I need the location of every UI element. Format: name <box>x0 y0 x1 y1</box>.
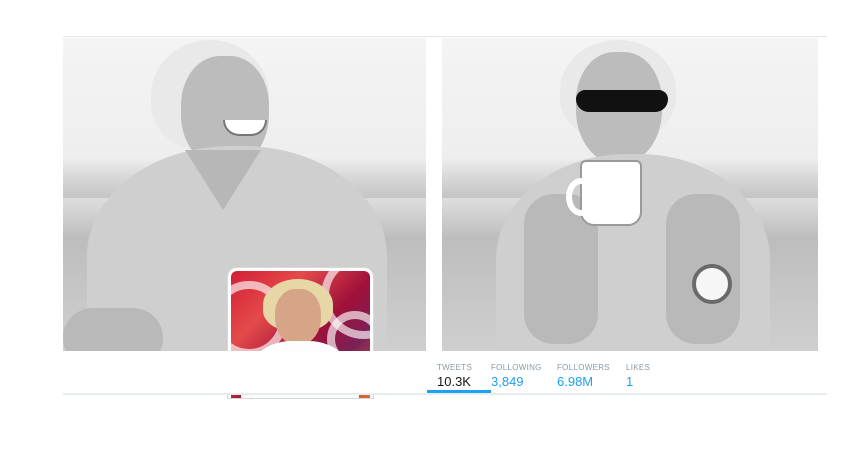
header-photo-man-with-mug <box>442 38 818 351</box>
profile-stats-nav: TWEETS 10.3K FOLLOWING 3,849 FOLLOWERS 6… <box>63 351 827 395</box>
following-tab[interactable]: FOLLOWING 3,849 <box>491 351 549 389</box>
followers-count: 6.98M <box>557 374 594 389</box>
followers-label: FOLLOWERS <box>557 363 610 372</box>
likes-label: LIKES <box>626 363 651 372</box>
tweets-label: TWEETS <box>437 363 473 372</box>
following-count: 3,849 <box>491 374 524 389</box>
likes-count: 1 <box>626 374 634 389</box>
followers-tab[interactable]: FOLLOWERS 6.98M <box>557 351 619 389</box>
tweets-count: 10.3K <box>437 374 471 389</box>
following-label: FOLLOWING <box>491 363 542 372</box>
tweets-tab[interactable]: TWEETS 10.3K <box>427 351 491 393</box>
header-top-border <box>63 36 827 37</box>
likes-tab[interactable]: LIKES 1 <box>626 351 656 389</box>
